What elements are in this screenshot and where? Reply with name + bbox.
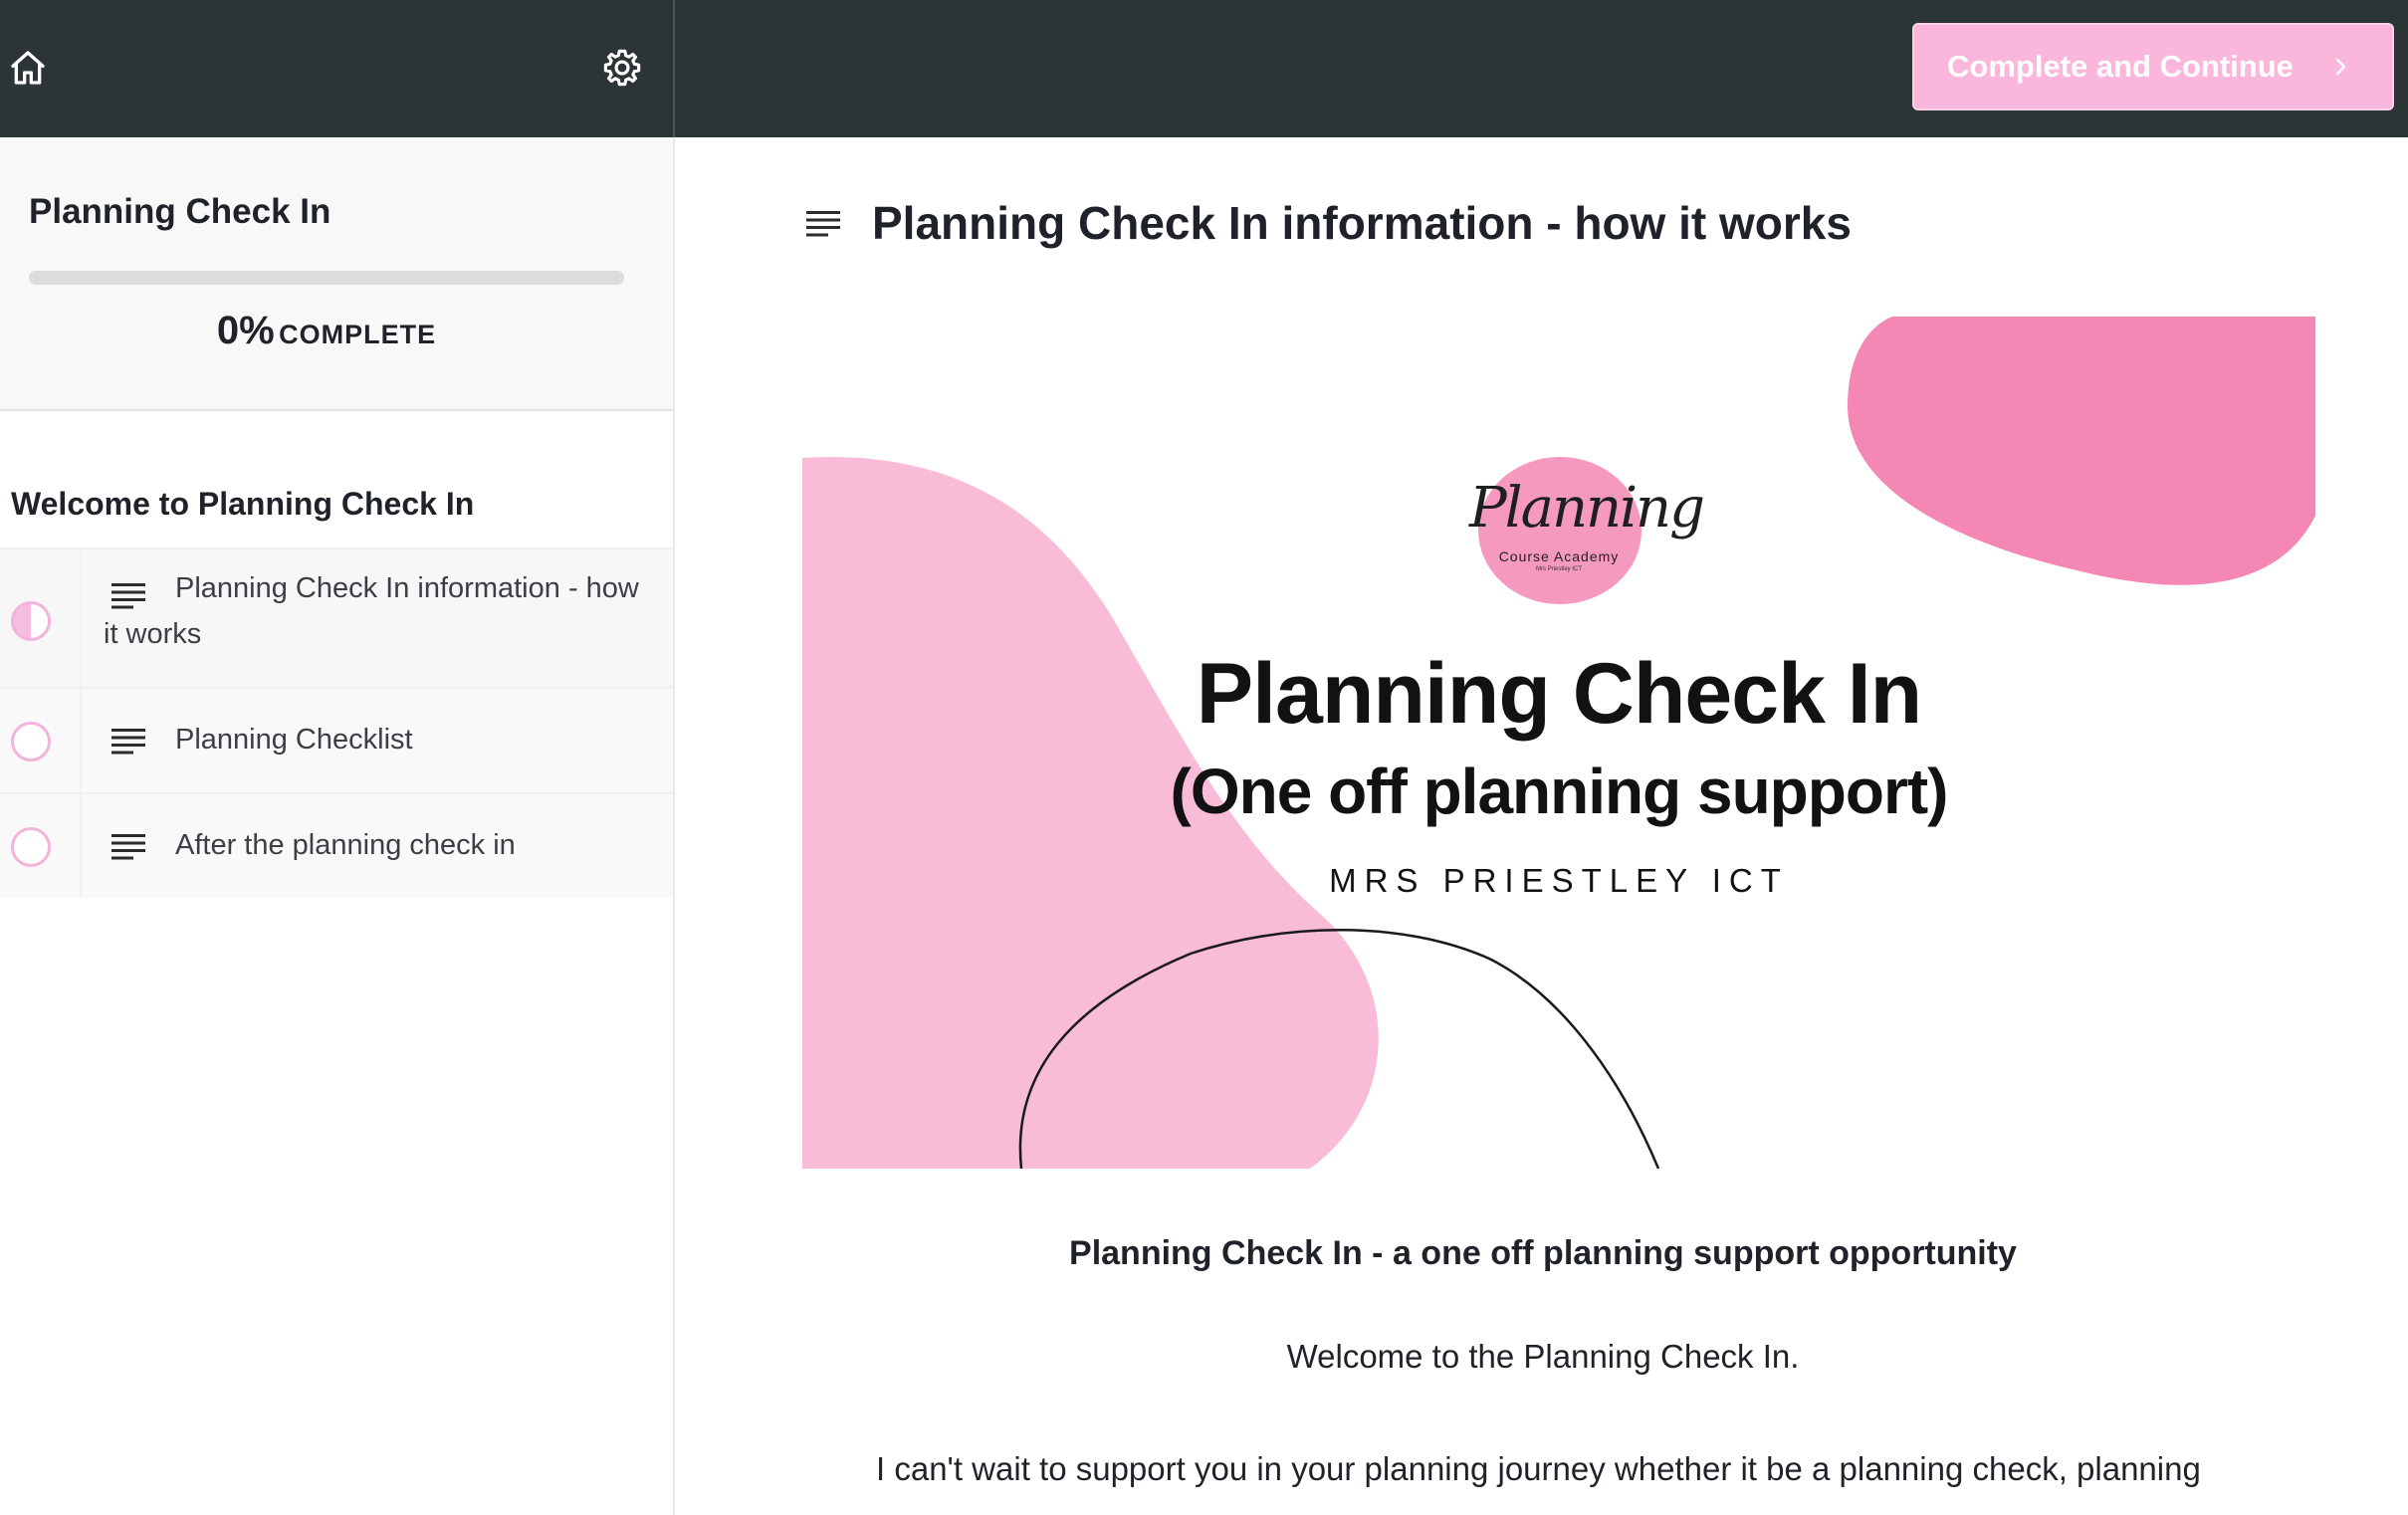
progress-percent: 0% <box>216 309 275 352</box>
text-lines-icon <box>111 834 145 860</box>
lesson-label: After the planning check in <box>175 829 516 861</box>
lesson-title-row: Planning Check In information - how it w… <box>806 193 1852 253</box>
settings-button[interactable] <box>598 44 646 92</box>
lesson-list: Planning Check In information - how it w… <box>0 547 673 898</box>
logo-script-text: Planning <box>1469 476 1705 541</box>
sidebar-header <box>0 0 675 137</box>
lesson-content: Planning Check In information - how it w… <box>677 137 2408 1515</box>
course-banner-image: Planning Course Academy Mrs Priestley IC… <box>802 317 2315 1169</box>
banner-subheading: (One off planning support) <box>1170 756 1949 827</box>
content-subheading: Planning Check In - a one off planning s… <box>1069 1234 2017 1272</box>
home-button[interactable] <box>6 46 50 90</box>
lesson-label: Planning Checklist <box>175 724 413 756</box>
lesson-status-not-started-icon <box>11 722 51 761</box>
lesson-divider <box>80 549 82 687</box>
text-lines-icon <box>111 729 145 755</box>
lesson-item[interactable]: Planning Check In information - how it w… <box>0 547 673 687</box>
progress-bar <box>29 271 624 285</box>
course-sidebar: Planning Check In 0% COMPLETE Welcome to… <box>0 137 675 1515</box>
gear-icon <box>603 49 641 87</box>
text-lines-icon <box>806 211 840 237</box>
banner-byline: MRS PRIESTLEY ICT <box>1329 862 1789 899</box>
banner-heading: Planning Check In <box>1196 646 1922 742</box>
lesson-item[interactable]: After the planning check in <box>0 792 673 898</box>
content-intro-text: I can't wait to support you in your plan… <box>876 1450 2201 1487</box>
top-bar: Complete and Continue <box>0 0 2408 137</box>
section-title: Welcome to Planning Check In <box>11 486 475 522</box>
logo-subtitle-small: Mrs Priestley ICT <box>1535 566 1582 572</box>
complete-and-continue-button[interactable]: Complete and Continue <box>1912 23 2394 110</box>
home-icon <box>11 51 45 85</box>
lesson-item[interactable]: Planning Checklist <box>0 687 673 792</box>
lesson-divider <box>80 689 82 792</box>
complete-and-continue-label: Complete and Continue <box>1947 49 2294 84</box>
progress-complete-word: COMPLETE <box>279 320 437 349</box>
course-progress-panel: Planning Check In 0% COMPLETE <box>0 137 673 411</box>
lesson-status-not-started-icon <box>11 827 51 867</box>
course-title: Planning Check In <box>29 192 331 231</box>
lesson-divider <box>80 794 82 898</box>
progress-label: 0% COMPLETE <box>0 309 653 353</box>
banner-pink-blob-right <box>1848 317 2315 585</box>
lesson-title: Planning Check In information - how it w… <box>872 197 1852 249</box>
chevron-right-icon <box>2335 58 2346 76</box>
lesson-label: Planning Check In information - how it w… <box>104 572 639 650</box>
logo-subtitle: Course Academy <box>1498 548 1620 564</box>
content-welcome-text: Welcome to the Planning Check In. <box>1286 1338 1800 1375</box>
lesson-status-in-progress-icon <box>11 601 51 641</box>
